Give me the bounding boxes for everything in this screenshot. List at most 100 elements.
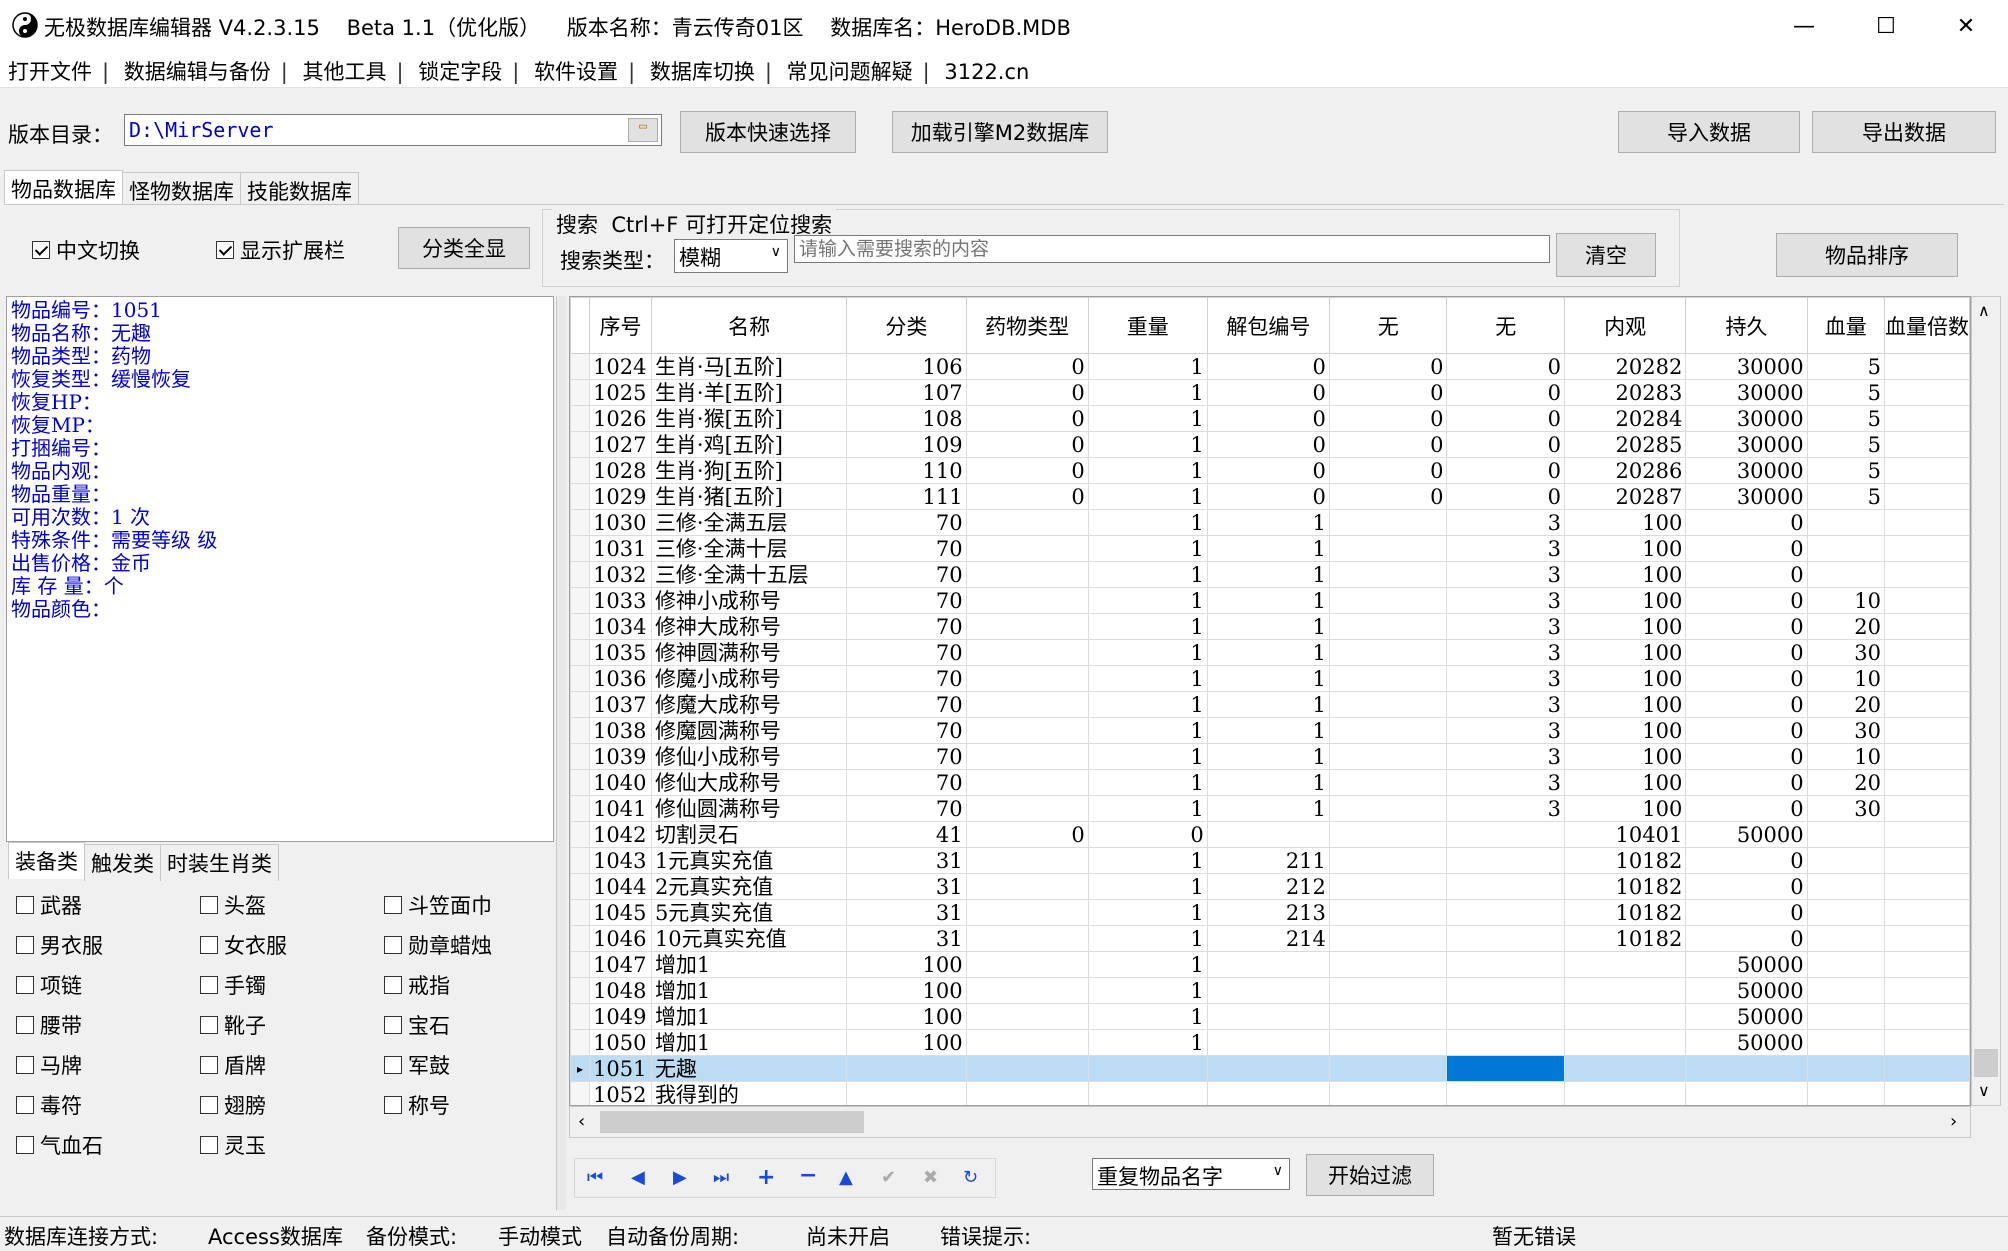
table-cell[interactable] bbox=[1806, 509, 1885, 536]
menu-db-switch[interactable]: 数据库切换 bbox=[642, 52, 755, 86]
scroll-thumb[interactable] bbox=[1974, 1049, 1998, 1077]
table-cell[interactable] bbox=[1446, 977, 1566, 1004]
row-indicator[interactable] bbox=[570, 821, 591, 848]
table-row[interactable]: 1046 10元真实充值 31 1 214 10182 0 bbox=[570, 925, 1970, 952]
table-cell[interactable]: 0 bbox=[1685, 561, 1808, 588]
first-record-icon[interactable]: ⏮ bbox=[587, 1167, 603, 1188]
table-cell[interactable]: 0 bbox=[965, 457, 1089, 484]
table-cell[interactable] bbox=[1883, 1003, 1970, 1030]
table-cell[interactable] bbox=[846, 1055, 967, 1082]
table-cell[interactable] bbox=[1328, 665, 1448, 692]
table-cell[interactable] bbox=[1206, 951, 1330, 978]
table-cell[interactable]: 修神小成称号 bbox=[650, 587, 848, 614]
table-cell[interactable]: 0 bbox=[965, 353, 1089, 380]
table-cell[interactable]: 3 bbox=[1446, 639, 1566, 666]
table-cell[interactable]: 修神圆满称号 bbox=[650, 639, 848, 666]
table-cell[interactable]: 1 bbox=[1206, 509, 1330, 536]
table-cell[interactable]: 0 bbox=[1328, 405, 1448, 432]
table-cell[interactable]: 1 bbox=[1206, 665, 1330, 692]
column-header[interactable]: 名称 bbox=[650, 297, 848, 354]
table-cell[interactable] bbox=[1446, 847, 1566, 874]
table-cell[interactable]: 1 bbox=[1206, 769, 1330, 796]
table-cell[interactable]: 211 bbox=[1206, 847, 1330, 874]
table-cell[interactable] bbox=[1685, 1081, 1808, 1105]
column-header[interactable]: 血量倍数 bbox=[1883, 297, 1970, 354]
table-cell[interactable]: 1 bbox=[1087, 717, 1208, 744]
table-cell[interactable]: 0 bbox=[1328, 353, 1448, 380]
table-cell[interactable] bbox=[1883, 847, 1970, 874]
table-cell[interactable] bbox=[1883, 665, 1970, 692]
table-cell[interactable] bbox=[1446, 1055, 1566, 1082]
table-cell[interactable]: 增加1 bbox=[650, 1003, 848, 1030]
table-cell[interactable]: 10 bbox=[1806, 743, 1885, 770]
table-cell[interactable]: 生肖·狗[五阶] bbox=[650, 457, 848, 484]
search-input[interactable] bbox=[794, 235, 1550, 263]
table-cell[interactable]: 109 bbox=[846, 431, 967, 458]
table-cell[interactable]: 111 bbox=[846, 483, 967, 510]
table-cell[interactable]: 1050 bbox=[589, 1029, 652, 1056]
row-indicator[interactable] bbox=[570, 353, 591, 380]
table-cell[interactable]: 1 bbox=[1087, 535, 1208, 562]
table-cell[interactable]: 修仙小成称号 bbox=[650, 743, 848, 770]
table-cell[interactable] bbox=[1883, 1081, 1970, 1105]
table-cell[interactable]: 1 bbox=[1087, 795, 1208, 822]
row-indicator[interactable] bbox=[570, 665, 591, 692]
table-cell[interactable] bbox=[1883, 873, 1970, 900]
table-cell[interactable]: 100 bbox=[846, 951, 967, 978]
show-all-button[interactable]: 分类全显 bbox=[398, 227, 530, 269]
start-filter-button[interactable]: 开始过滤 bbox=[1306, 1154, 1434, 1196]
table-row[interactable]: 1028 生肖·狗[五阶] 110 0 1 0 0 0 20286 30000 5 bbox=[570, 457, 1970, 484]
table-row[interactable]: 1049 增加1 100 1 50000 bbox=[570, 1003, 1970, 1030]
table-cell[interactable]: 20 bbox=[1806, 613, 1885, 640]
table-cell[interactable]: 1048 bbox=[589, 977, 652, 1004]
table-cell[interactable]: 修魔大成称号 bbox=[650, 691, 848, 718]
chinese-toggle[interactable]: 中文切换 bbox=[32, 235, 140, 265]
table-cell[interactable] bbox=[1328, 951, 1448, 978]
add-record-icon[interactable]: + bbox=[757, 1165, 775, 1190]
table-cell[interactable]: 三修·全满十五层 bbox=[650, 561, 848, 588]
table-row[interactable]: 1032 三修·全满十五层 70 1 1 3 100 0 bbox=[570, 561, 1970, 588]
table-cell[interactable]: 1051 bbox=[589, 1055, 652, 1082]
table-cell[interactable]: 41 bbox=[846, 821, 967, 848]
table-cell[interactable] bbox=[1806, 847, 1885, 874]
table-cell[interactable] bbox=[965, 561, 1089, 588]
table-cell[interactable]: 1 bbox=[1087, 431, 1208, 458]
column-header[interactable]: 内观 bbox=[1564, 297, 1687, 354]
table-cell[interactable]: 70 bbox=[846, 743, 967, 770]
category-checkbox[interactable]: 武器 bbox=[16, 890, 82, 920]
table-cell[interactable] bbox=[965, 1029, 1089, 1056]
table-cell[interactable]: 30 bbox=[1806, 639, 1885, 666]
row-indicator[interactable] bbox=[570, 587, 591, 614]
table-cell[interactable]: 1 bbox=[1087, 639, 1208, 666]
table-cell[interactable] bbox=[1806, 1081, 1885, 1105]
table-cell[interactable] bbox=[1328, 847, 1448, 874]
table-cell[interactable] bbox=[1883, 691, 1970, 718]
table-cell[interactable]: 我得到的 bbox=[650, 1081, 848, 1105]
column-header[interactable]: 解包编号 bbox=[1206, 297, 1330, 354]
table-cell[interactable]: 20284 bbox=[1564, 405, 1687, 432]
table-cell[interactable]: 0 bbox=[1685, 717, 1808, 744]
column-header[interactable]: 序号 bbox=[589, 297, 652, 354]
table-cell[interactable]: 0 bbox=[1685, 769, 1808, 796]
table-cell[interactable] bbox=[965, 769, 1089, 796]
table-cell[interactable] bbox=[1328, 821, 1448, 848]
category-checkbox[interactable]: 斗笠面巾 bbox=[384, 890, 492, 920]
menu-other-tools[interactable]: 其他工具 bbox=[295, 52, 387, 86]
table-cell[interactable]: 修仙圆满称号 bbox=[650, 795, 848, 822]
table-cell[interactable]: 213 bbox=[1206, 899, 1330, 926]
table-cell[interactable]: 1032 bbox=[589, 561, 652, 588]
table-cell[interactable]: 三修·全满五层 bbox=[650, 509, 848, 536]
table-row[interactable]: 1052 我得到的 bbox=[570, 1081, 1970, 1105]
table-cell[interactable]: 0 bbox=[1206, 483, 1330, 510]
table-cell[interactable] bbox=[1328, 925, 1448, 952]
row-indicator[interactable] bbox=[570, 977, 591, 1004]
table-cell[interactable]: 1043 bbox=[589, 847, 652, 874]
table-row[interactable]: 1037 修魔大成称号 70 1 1 3 100 0 20 bbox=[570, 691, 1970, 718]
table-cell[interactable] bbox=[1328, 899, 1448, 926]
table-cell[interactable]: 三修·全满十层 bbox=[650, 535, 848, 562]
table-cell[interactable]: 0 bbox=[965, 379, 1089, 406]
table-cell[interactable]: 1 bbox=[1206, 639, 1330, 666]
table-cell[interactable]: 1041 bbox=[589, 795, 652, 822]
table-cell[interactable] bbox=[1564, 1055, 1687, 1082]
table-cell[interactable]: 0 bbox=[1328, 457, 1448, 484]
